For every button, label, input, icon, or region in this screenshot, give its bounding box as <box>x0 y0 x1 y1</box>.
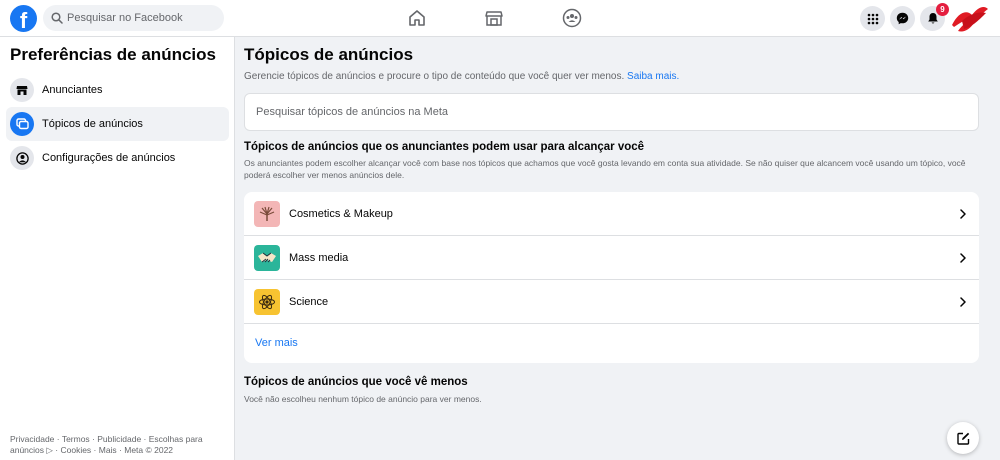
new-message-button[interactable] <box>947 422 979 454</box>
makeup-brush-icon <box>254 200 280 227</box>
page-title: Tópicos de anúncios <box>244 45 414 64</box>
topic-label: Science <box>289 295 329 308</box>
store-icon <box>10 78 34 102</box>
groups-icon[interactable] <box>562 8 582 28</box>
sidebar-title: Preferências de anúncios <box>10 45 216 64</box>
sidebar-item-advertisers[interactable]: Anunciantes <box>6 73 229 107</box>
compose-icon <box>956 432 969 445</box>
search-icon <box>51 12 63 24</box>
topic-row-cosmetics[interactable]: Cosmetics & Makeup <box>244 192 979 236</box>
sidebar-item-label: Anunciantes <box>42 84 103 96</box>
top-navigation-bar: f Pesquisar no Facebook 9 <box>0 0 1000 37</box>
see-more-link[interactable]: Ver mais <box>255 337 298 349</box>
topic-search-field[interactable] <box>244 93 979 131</box>
bell-icon <box>927 13 938 24</box>
page-description: Gerencie tópicos de anúncios e procure o… <box>244 71 679 82</box>
sidebar-item-ad-settings[interactable]: Configurações de anúncios <box>6 141 229 175</box>
home-icon[interactable] <box>407 8 427 28</box>
advertiser-topics-description: Os anunciantes podem escolher alcançar v… <box>244 158 966 180</box>
topic-label: Cosmetics & Makeup <box>289 207 393 220</box>
topics-icon <box>10 112 34 136</box>
topic-search-input[interactable] <box>245 94 978 130</box>
messenger-icon <box>896 12 909 25</box>
facebook-search-input[interactable] <box>67 12 217 24</box>
seen-less-topics-description: Você não escolheu nenhum tópico de anúnc… <box>244 394 482 404</box>
sidebar-item-label: Configurações de anúncios <box>42 152 176 164</box>
redacted-avatar[interactable] <box>948 3 990 35</box>
messenger-button[interactable] <box>890 6 915 31</box>
menu-grid-icon <box>867 13 878 24</box>
atom-icon <box>254 288 280 315</box>
topics-card: Cosmetics & Makeup Mass media Science Ve… <box>244 192 979 363</box>
chevron-right-icon <box>960 296 966 307</box>
user-settings-icon <box>10 146 34 170</box>
facebook-search-box[interactable] <box>43 5 224 31</box>
menu-button[interactable] <box>860 6 885 31</box>
topic-row-science[interactable]: Science <box>244 280 979 324</box>
seen-less-topics-heading: Tópicos de anúncios que você vê menos <box>244 376 468 388</box>
topic-row-mass-media[interactable]: Mass media <box>244 236 979 280</box>
advertiser-topics-heading: Tópicos de anúncios que os anunciantes p… <box>244 141 645 153</box>
marketplace-icon[interactable] <box>484 8 504 28</box>
handshake-icon <box>254 244 280 271</box>
sidebar-item-label: Tópicos de anúncios <box>42 118 143 130</box>
footer-links[interactable]: Privacidade · Termos · Publicidade · Esc… <box>10 434 210 456</box>
page-description-text: Gerencie tópicos de anúncios e procure o… <box>244 71 625 82</box>
chevron-right-icon <box>960 208 966 219</box>
sidebar-item-ad-topics[interactable]: Tópicos de anúncios <box>6 107 229 141</box>
ad-preferences-sidebar: Preferências de anúncios Anunciantes Tóp… <box>0 37 235 460</box>
learn-more-link[interactable]: Saiba mais. <box>627 71 679 82</box>
topic-label: Mass media <box>289 251 349 264</box>
facebook-logo[interactable]: f <box>10 5 37 32</box>
chevron-right-icon <box>960 252 966 263</box>
